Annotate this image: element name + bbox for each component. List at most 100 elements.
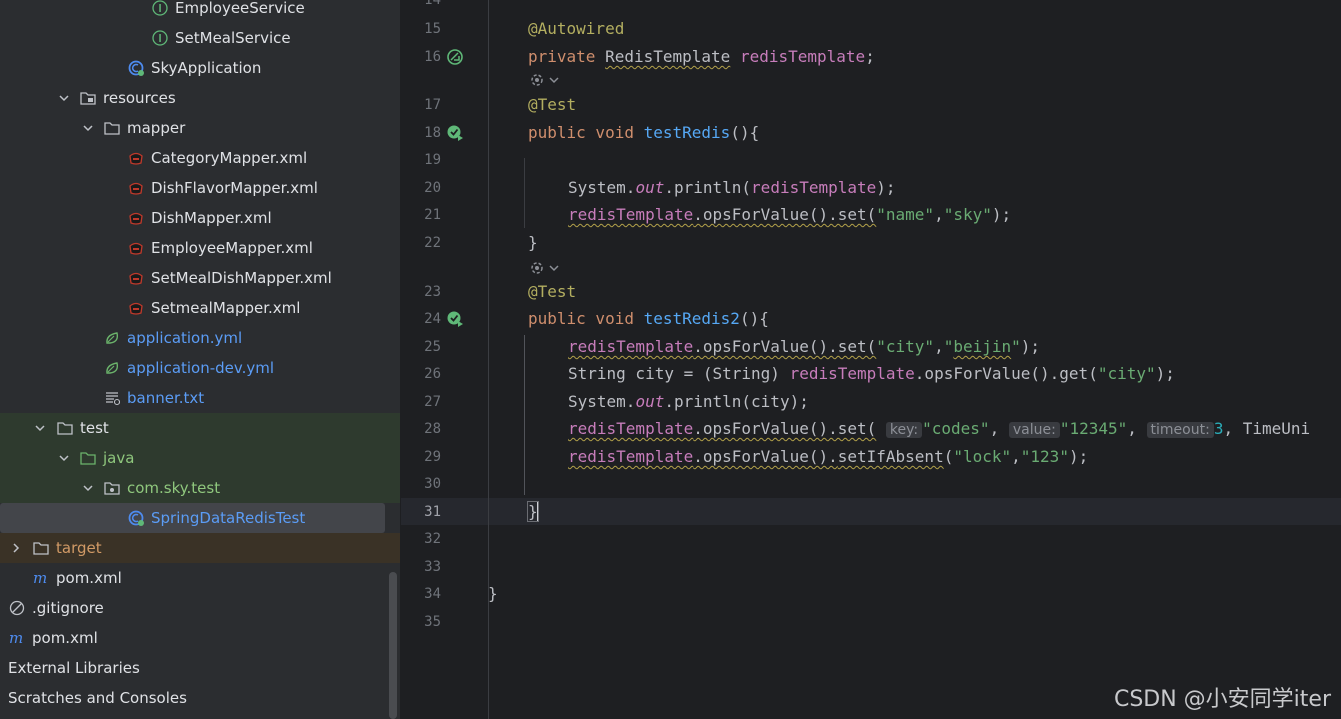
param-hint-value: value: bbox=[1008, 422, 1060, 438]
tree-item-target[interactable]: target bbox=[0, 533, 400, 563]
tree-item-pom-xml[interactable]: m pom.xml bbox=[0, 563, 400, 593]
tree-item-mapper[interactable]: mapper bbox=[0, 113, 400, 143]
tree-item-label: Scratches and Consoles bbox=[8, 689, 187, 707]
resources-folder-icon bbox=[80, 92, 96, 105]
spring-class-icon bbox=[128, 510, 144, 526]
line-number: 23 bbox=[424, 284, 441, 300]
mybatis-xml-icon bbox=[129, 212, 143, 225]
chevron-down-icon[interactable] bbox=[57, 451, 71, 465]
code-line-23: @Test bbox=[528, 282, 577, 301]
line-number: 35 bbox=[424, 614, 441, 630]
editor-gutter: 14 15 16 17 18 19 20 21 22 23 24 25 26 27 28 29 30 31 32 33… bbox=[401, 0, 485, 719]
tree-item-label: pom.xml bbox=[32, 629, 98, 647]
line-number: 25 bbox=[424, 339, 441, 355]
package-icon bbox=[104, 482, 120, 495]
tree-item-employeeservice[interactable]: EmployeeService bbox=[0, 0, 400, 23]
line-number: 22 bbox=[424, 235, 441, 251]
tree-item-com-sky-test[interactable]: com.sky.test bbox=[0, 473, 400, 503]
tree-item-label: banner.txt bbox=[127, 389, 205, 407]
tree-item-resources[interactable]: resources bbox=[0, 83, 400, 113]
code-line-28: redisTemplate.opsForValue().set( key: "co… bbox=[568, 419, 1311, 438]
tree-item-dishmapper-xml[interactable]: DishMapper.xml bbox=[0, 203, 400, 233]
tree-item-setmealmapper-xml[interactable]: SetmealMapper.xml bbox=[0, 293, 400, 323]
tree-item-application-dev-yml[interactable]: application-dev.yml bbox=[0, 353, 400, 383]
tree-item-label: pom.xml bbox=[56, 569, 122, 587]
param-hint-timeout: timeout: bbox=[1146, 422, 1214, 438]
tree-item-label: SpringDataRedisTest bbox=[151, 509, 306, 527]
svg-text:m: m bbox=[33, 570, 47, 586]
text-cursor bbox=[536, 502, 539, 521]
maven-icon: m bbox=[33, 570, 47, 586]
tree-item-dishflavormapper-xml[interactable]: DishFlavorMapper.xml bbox=[0, 173, 400, 203]
current-line-highlight bbox=[401, 498, 1341, 525]
tree-item-label: application.yml bbox=[127, 329, 243, 347]
tree-item-pom-xml[interactable]: m pom.xml bbox=[0, 623, 400, 653]
line-number: 18 bbox=[424, 125, 441, 141]
tree-item-label: SetMealDishMapper.xml bbox=[151, 269, 332, 287]
code-vision-icon[interactable] bbox=[528, 259, 568, 277]
mybatis-xml-icon bbox=[129, 242, 143, 255]
tree-item-label: DishMapper.xml bbox=[151, 209, 272, 227]
code-line-21: redisTemplate.opsForValue().set("name","… bbox=[568, 205, 1012, 224]
mybatis-xml-icon bbox=[129, 302, 143, 315]
svg-text:m: m bbox=[9, 630, 23, 646]
tree-item-java[interactable]: java bbox=[0, 443, 400, 473]
chevron-down-icon[interactable] bbox=[57, 91, 71, 105]
tree-scrollbar[interactable] bbox=[389, 572, 397, 719]
bean-navigation-icon[interactable] bbox=[446, 48, 464, 66]
code-line-16: private RedisTemplate redisTemplate; bbox=[528, 47, 875, 66]
line-number: 19 bbox=[424, 152, 441, 168]
tree-item-banner-txt[interactable]: banner.txt bbox=[0, 383, 400, 413]
line-number: 29 bbox=[424, 449, 441, 465]
tree-item-employeemapper-xml[interactable]: EmployeeMapper.xml bbox=[0, 233, 400, 263]
line-number: 14 bbox=[424, 0, 441, 8]
code-line-17: @Test bbox=[528, 95, 577, 114]
line-number: 32 bbox=[424, 531, 441, 547]
spring-yml-icon bbox=[106, 332, 119, 344]
chevron-down-icon[interactable] bbox=[81, 481, 95, 495]
indent-guide bbox=[524, 158, 525, 228]
chevron-right-icon[interactable] bbox=[9, 541, 23, 555]
code-line-22: } bbox=[528, 233, 538, 252]
tree-item-external-libraries[interactable]: External Libraries bbox=[0, 653, 400, 683]
project-tree-panel: EmployeeService SetMealService SkyApplicat… bbox=[0, 0, 400, 719]
tree-item-categorymapper-xml[interactable]: CategoryMapper.xml bbox=[0, 143, 400, 173]
folder-icon bbox=[57, 422, 73, 435]
ignore-icon bbox=[9, 600, 25, 616]
line-number: 20 bbox=[424, 180, 441, 196]
tree-item-label: com.sky.test bbox=[127, 479, 221, 497]
tree-item-springdataredistest[interactable]: SpringDataRedisTest bbox=[0, 503, 385, 533]
chevron-down-icon[interactable] bbox=[81, 121, 95, 135]
line-number: 34 bbox=[424, 586, 441, 602]
line-number: 21 bbox=[424, 207, 441, 223]
run-test-icon[interactable] bbox=[446, 310, 464, 328]
tree-item-label: test bbox=[80, 419, 109, 437]
code-line-27: System.out.println(city); bbox=[568, 392, 809, 411]
tree-item-label: target bbox=[56, 539, 102, 557]
code-line-34: } bbox=[488, 584, 498, 603]
mybatis-xml-icon bbox=[129, 182, 143, 195]
interface-icon bbox=[152, 0, 168, 16]
code-line-29: redisTemplate.opsForValue().setIfAbsent(… bbox=[568, 447, 1089, 466]
tree-item-setmealservice[interactable]: SetMealService bbox=[0, 23, 400, 53]
folder-icon bbox=[33, 542, 49, 555]
tree-item-application-yml[interactable]: application.yml bbox=[0, 323, 400, 353]
line-number: 33 bbox=[424, 559, 441, 575]
mybatis-xml-icon bbox=[129, 272, 143, 285]
code-line-15: @Autowired bbox=[528, 19, 625, 38]
run-test-icon[interactable] bbox=[446, 124, 464, 142]
tree-item-gitignore[interactable]: .gitignore bbox=[0, 593, 400, 623]
tree-item-label: java bbox=[103, 449, 135, 467]
tree-item-label: External Libraries bbox=[8, 659, 140, 677]
indent-guide bbox=[488, 0, 489, 719]
code-line-26: String city = (String) redisTemplate.ops… bbox=[568, 364, 1175, 383]
tree-item-skyapplication[interactable]: SkyApplication bbox=[0, 53, 400, 83]
tree-item-setmealdishmapper-xml[interactable]: SetMealDishMapper.xml bbox=[0, 263, 400, 293]
tree-item-scratches-and-consoles[interactable]: Scratches and Consoles bbox=[0, 683, 400, 713]
tree-item-test[interactable]: test bbox=[0, 413, 400, 443]
code-vision-icon[interactable] bbox=[528, 71, 568, 89]
tree-item-label: CategoryMapper.xml bbox=[151, 149, 308, 167]
spring-yml-icon bbox=[106, 362, 119, 374]
code-editor[interactable]: 14 15 16 17 18 19 20 21 22 23 24 25 26 27 28 29 30 31 32 33… bbox=[401, 0, 1341, 719]
chevron-down-icon[interactable] bbox=[33, 421, 47, 435]
